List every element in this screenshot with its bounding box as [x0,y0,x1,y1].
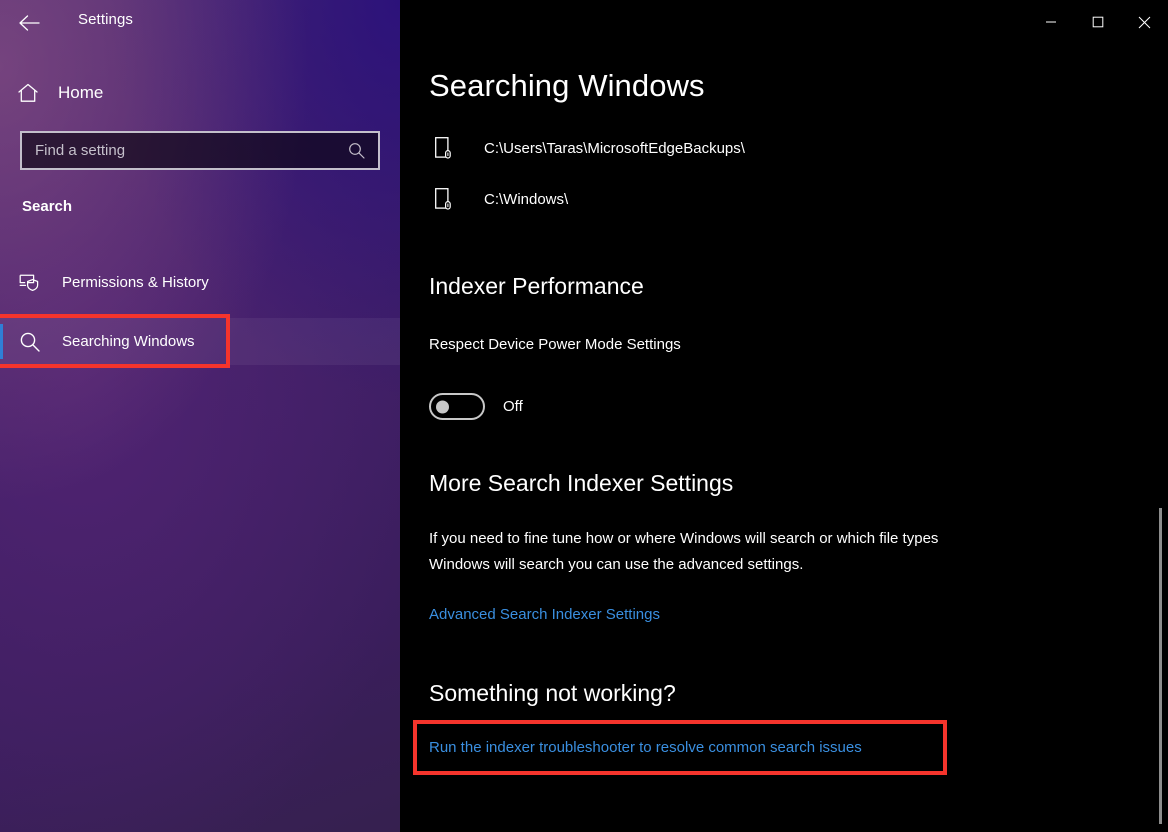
search-input[interactable]: Find a setting [20,131,380,170]
excluded-folder-path: C:\Users\Taras\MicrosoftEdgeBackups\ [484,139,745,157]
respect-power-mode-toggle-row: Off [429,393,523,420]
titlebar-left: Settings [0,0,400,48]
app-title: Settings [78,11,133,28]
window-controls [1027,0,1168,44]
close-icon [1138,16,1151,29]
sidebar-item-searching-windows[interactable]: Searching Windows [0,318,400,365]
advanced-search-indexer-settings-link[interactable]: Advanced Search Indexer Settings [429,606,660,623]
sidebar-item-label: Searching Windows [62,333,195,350]
sidebar-item-permissions-history[interactable]: Permissions & History [0,259,400,305]
more-search-indexer-description: If you need to fine tune how or where Wi… [429,530,939,573]
toggle-state-label: Off [503,398,523,415]
home-icon [16,81,40,105]
main-content: Searching Windows C:\Users\Taras\Microso… [400,0,1168,832]
maximize-button[interactable] [1074,0,1121,44]
sidebar-item-home[interactable]: Home [0,74,400,112]
minimize-button[interactable] [1027,0,1074,44]
back-button[interactable] [10,6,50,40]
vertical-scrollbar-thumb[interactable] [1159,508,1162,824]
indexer-troubleshooter-link[interactable]: Run the indexer troubleshooter to resolv… [429,739,862,756]
excluded-folder-row[interactable]: C:\Windows\ [429,188,568,210]
respect-power-mode-label: Respect Device Power Mode Settings [429,336,681,353]
permissions-shield-icon [18,270,42,294]
sidebar-section-label: Search [22,198,73,215]
indexer-performance-heading: Indexer Performance [429,273,644,299]
search-magnifier-icon [18,330,42,354]
maximize-icon [1092,16,1104,28]
page-title: Searching Windows [429,68,705,103]
settings-window: Settings Home Find a setting Search Perm… [0,0,1168,832]
toggle-knob [436,400,449,413]
folder-page-icon [435,137,452,159]
more-search-indexer-settings-heading: More Search Indexer Settings [429,470,734,496]
folder-page-icon [435,188,452,210]
something-not-working-heading: Something not working? [429,680,676,706]
sidebar-item-label: Permissions & History [62,273,209,291]
excluded-folder-row[interactable]: C:\Users\Taras\MicrosoftEdgeBackups\ [429,137,745,159]
excluded-folder-path: C:\Windows\ [484,190,569,208]
respect-power-mode-toggle[interactable] [429,393,485,420]
sidebar: Settings Home Find a setting Search Perm… [0,0,400,832]
search-input-placeholder: Find a setting [35,142,126,159]
selected-accent-bar [0,324,3,359]
home-label: Home [58,83,104,102]
back-arrow-icon [19,15,41,31]
search-icon[interactable] [348,142,365,159]
close-button[interactable] [1121,0,1168,44]
minimize-icon [1045,16,1057,28]
